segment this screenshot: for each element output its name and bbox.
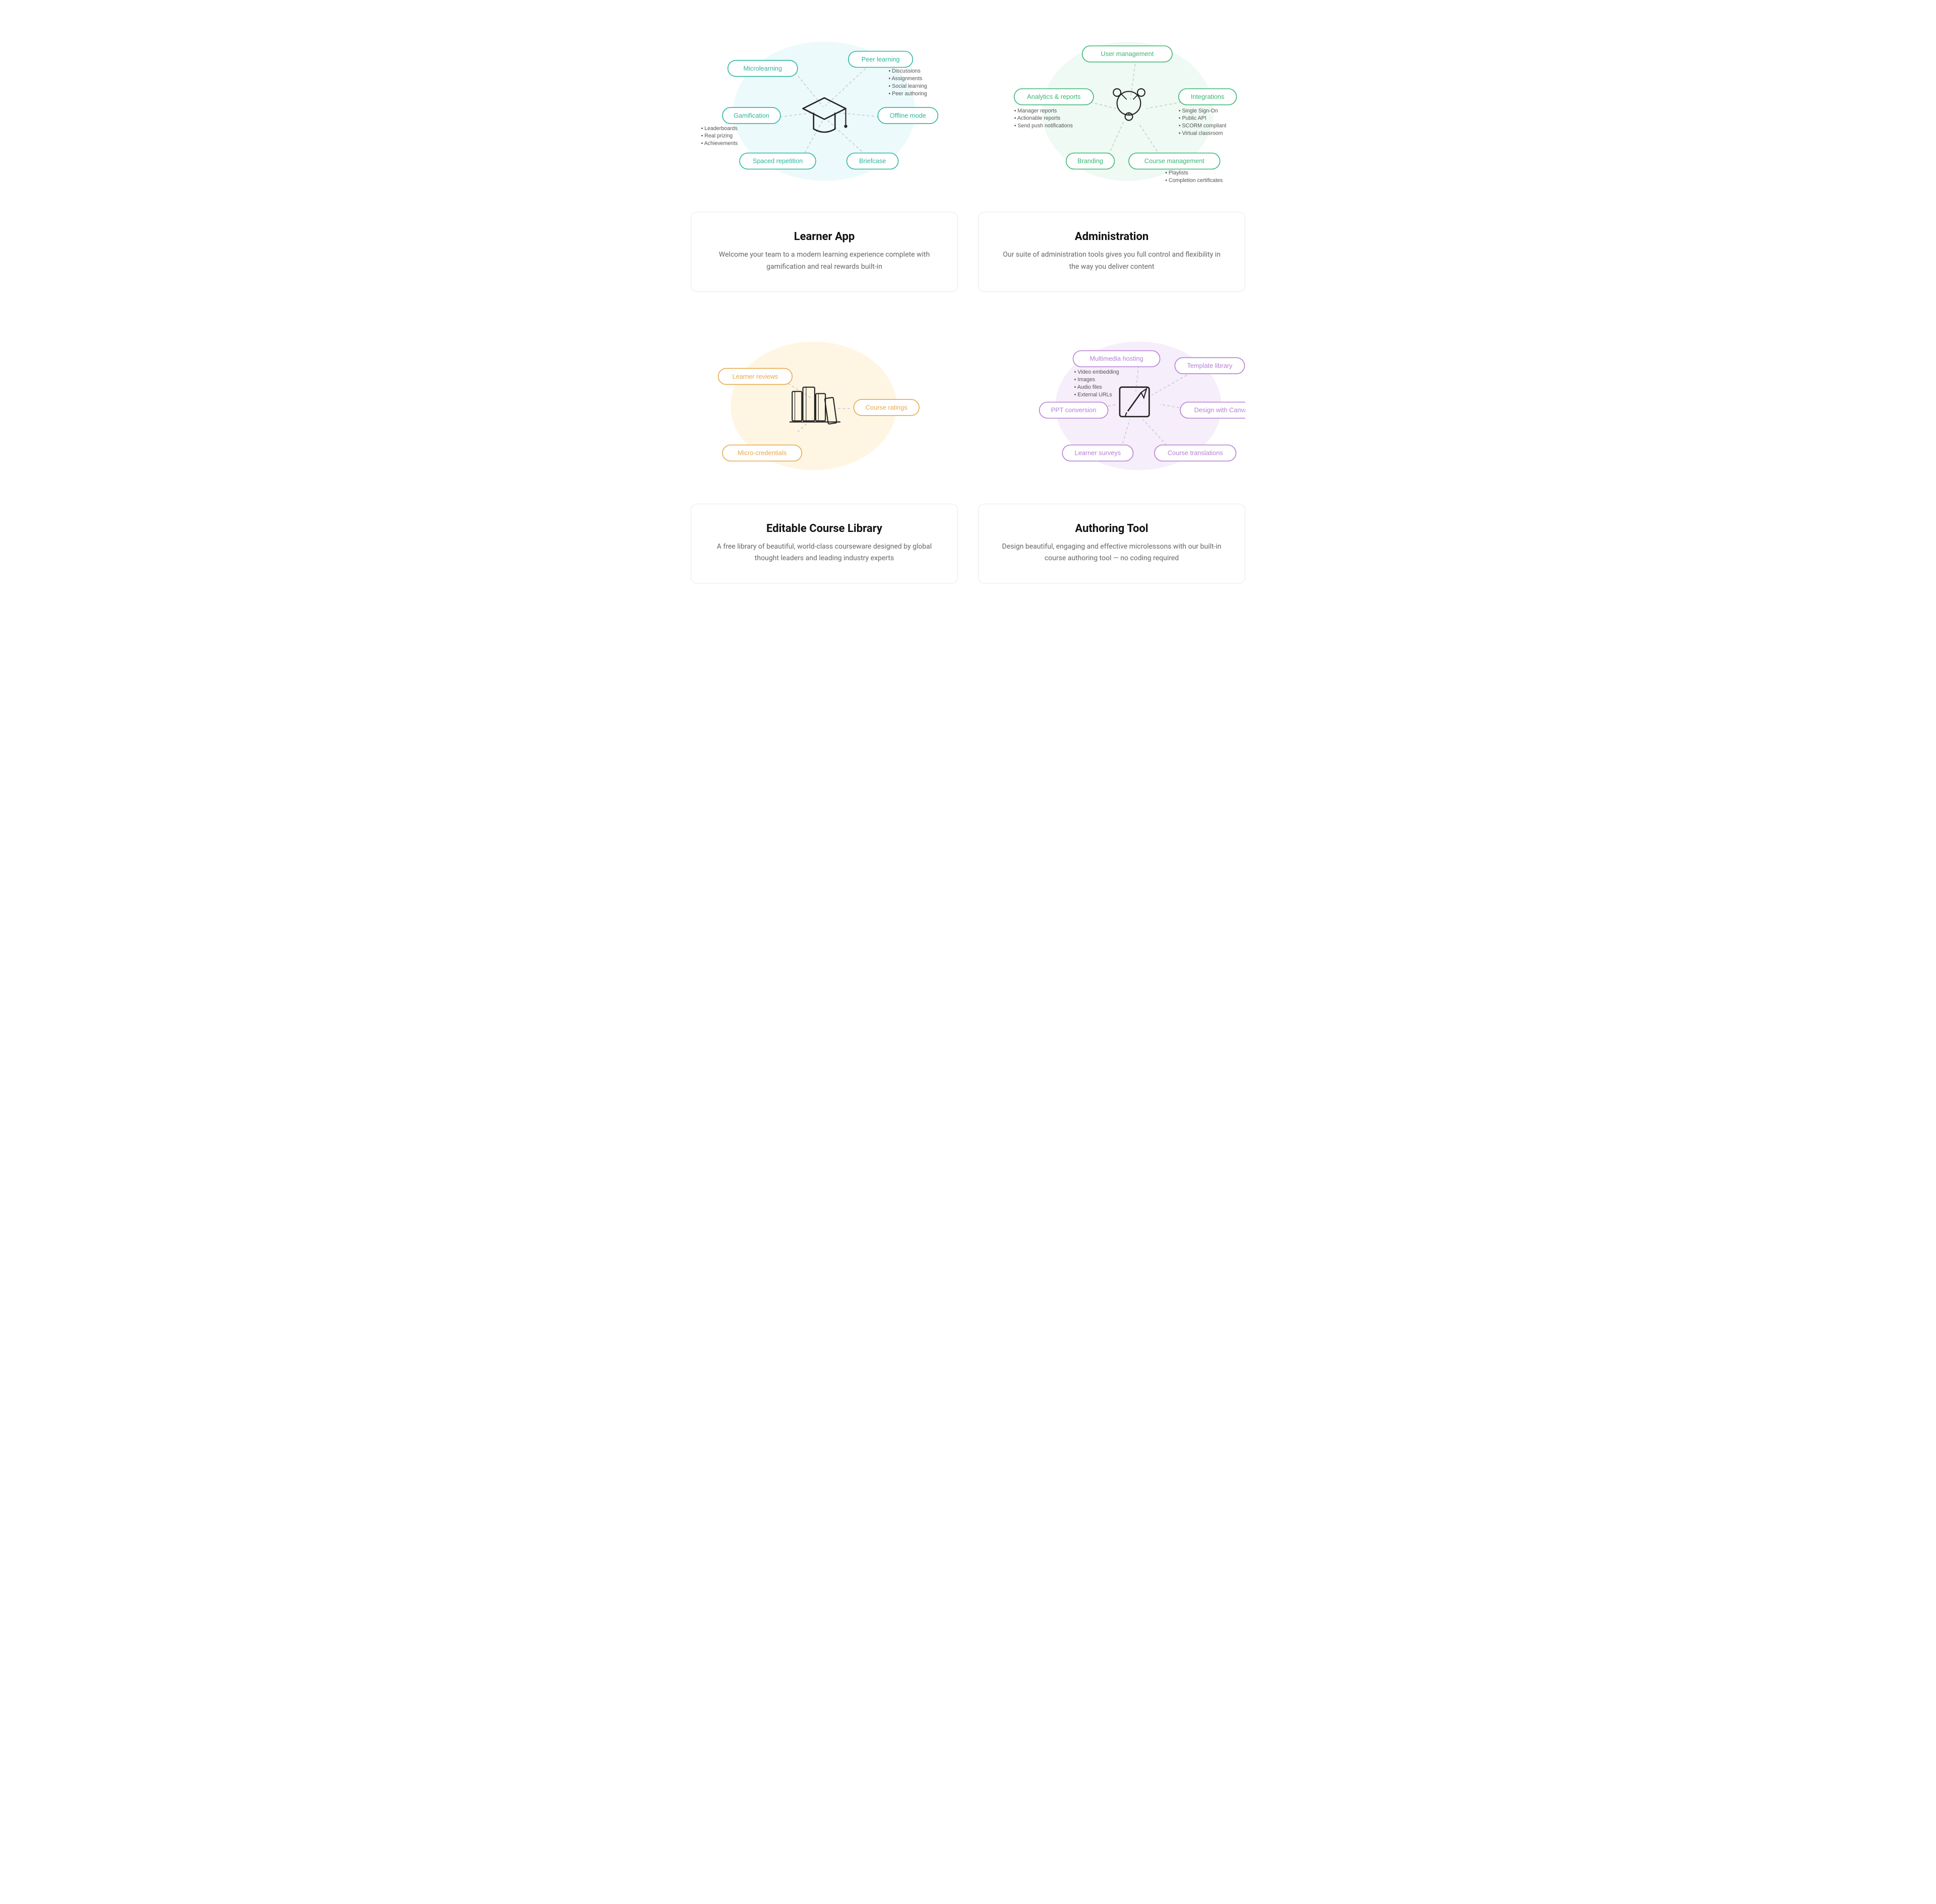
svg-text:• Assignments: • Assignments bbox=[889, 76, 923, 82]
learner-reviews-tag: Learner reviews bbox=[733, 372, 778, 380]
briefcase-tag: Briefcase bbox=[859, 157, 886, 165]
authoring-diagram: Multimedia hosting • Video embedding • I… bbox=[978, 312, 1245, 484]
template-library-tag: Template library bbox=[1187, 362, 1233, 369]
ppt-conversion-tag: PPT conversion bbox=[1051, 406, 1097, 413]
svg-text:• Single Sign-On: • Single Sign-On bbox=[1179, 108, 1218, 114]
microlearning-tag: Microlearning bbox=[744, 65, 782, 72]
svg-text:• Playlists: • Playlists bbox=[1165, 170, 1188, 176]
authoring-card: Authoring Tool Design beautiful, engagin… bbox=[978, 504, 1245, 584]
svg-text:• Completion certificates: • Completion certificates bbox=[1165, 177, 1223, 184]
multimedia-hosting-tag: Multimedia hosting bbox=[1090, 354, 1143, 362]
svg-text:• Real prizing: • Real prizing bbox=[701, 133, 733, 139]
authoring-title: Authoring Tool bbox=[999, 522, 1225, 535]
learner-app-card: Learner App Welcome your team to a moder… bbox=[691, 212, 958, 292]
svg-text:• Manager reports: • Manager reports bbox=[1014, 108, 1057, 114]
micro-credentials-tag: Micro-credentials bbox=[738, 449, 786, 456]
svg-text:• External URLs: • External URLs bbox=[1074, 391, 1112, 397]
svg-text:• Discussions: • Discussions bbox=[889, 68, 921, 74]
svg-text:• SCORM compliant: • SCORM compliant bbox=[1179, 123, 1227, 129]
learner-app-title: Learner App bbox=[711, 230, 937, 243]
svg-text:• Video embedding: • Video embedding bbox=[1074, 369, 1119, 375]
course-ratings-tag: Course ratings bbox=[866, 403, 908, 411]
administration-diagram: User management Analytics & reports • Ma… bbox=[978, 20, 1245, 192]
svg-text:• Send push notifications: • Send push notifications bbox=[1014, 123, 1073, 129]
library-title: Editable Course Library bbox=[711, 522, 937, 535]
svg-text:• Achievements: • Achievements bbox=[701, 141, 738, 147]
library-card: Editable Course Library A free library o… bbox=[691, 504, 958, 584]
svg-text:• Social learning: • Social learning bbox=[889, 83, 927, 89]
course-management-tag: Course management bbox=[1144, 157, 1205, 165]
branding-tag: Branding bbox=[1077, 157, 1103, 165]
svg-text:• Actionable reports: • Actionable reports bbox=[1014, 115, 1061, 122]
library-diagram: Learner reviews Course ratings Micro-cre… bbox=[691, 312, 958, 484]
learner-app-diagram: Microlearning Peer learning • Discussion… bbox=[691, 20, 958, 192]
svg-text:• Leaderboards: • Leaderboards bbox=[701, 126, 738, 132]
integrations-tag: Integrations bbox=[1191, 93, 1225, 100]
peer-learning-tag: Peer learning bbox=[862, 55, 900, 63]
svg-text:• Images: • Images bbox=[1074, 377, 1095, 383]
svg-text:• Public API: • Public API bbox=[1179, 115, 1206, 122]
authoring-description: Design beautiful, engaging and effective… bbox=[999, 541, 1225, 565]
spaced-repetition-tag: Spaced repetition bbox=[753, 157, 803, 165]
analytics-tag: Analytics & reports bbox=[1027, 93, 1080, 100]
user-management-tag: User management bbox=[1101, 50, 1154, 57]
design-canva-tag: Design with Canva bbox=[1194, 406, 1245, 413]
administration-title: Administration bbox=[999, 230, 1225, 243]
administration-card: Administration Our suite of administrati… bbox=[978, 212, 1245, 292]
svg-text:• Peer authoring: • Peer authoring bbox=[889, 91, 927, 97]
learner-app-description: Welcome your team to a modern learning e… bbox=[711, 249, 937, 273]
learner-surveys-tag: Learner surveys bbox=[1075, 449, 1121, 456]
library-description: A free library of beautiful, world-class… bbox=[711, 541, 937, 565]
gamification-tag: Gamification bbox=[734, 111, 769, 119]
offline-mode-tag: Offline mode bbox=[890, 111, 926, 119]
svg-text:• Virtual classroom: • Virtual classroom bbox=[1179, 130, 1223, 136]
course-translations-tag: Course translations bbox=[1168, 449, 1223, 456]
svg-text:• Audio files: • Audio files bbox=[1074, 384, 1102, 390]
administration-description: Our suite of administration tools gives … bbox=[999, 249, 1225, 273]
